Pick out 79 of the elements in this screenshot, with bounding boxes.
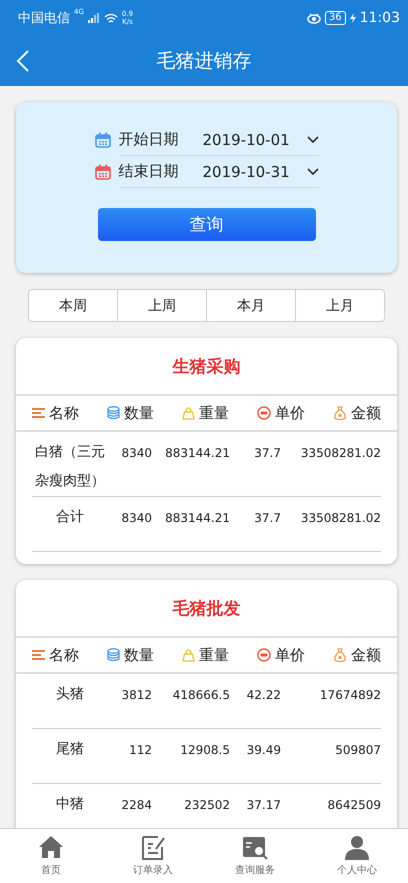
nav-label: 个人中心 [337, 864, 377, 877]
table-cell-text: 33508281.02 [300, 510, 381, 527]
coin-icon [257, 648, 271, 662]
column-header: 金额 [351, 404, 381, 422]
status-time: 11:03 [360, 10, 400, 26]
money-bag-icon [333, 406, 347, 420]
nav-tab[interactable]: 首页 [0, 829, 102, 883]
table-cell-text: 合计 [55, 508, 85, 527]
column-header: 单价 [275, 646, 305, 664]
eye-icon [306, 12, 321, 24]
date-value[interactable]: 2019-10-31 [202, 162, 306, 180]
weight-icon [182, 406, 195, 420]
table-cell-text: 尾猪 [55, 740, 85, 759]
column-header: 数量 [124, 404, 154, 422]
page-title: 毛猪进销存 [156, 49, 252, 74]
table-cell-text: 418666.5 [172, 687, 230, 704]
table-cell-text: 37.7 [253, 445, 281, 462]
table-cell-text: 中猪 [55, 795, 85, 814]
search-document-icon [242, 835, 268, 861]
carrier-name: 中国电信 [18, 10, 70, 27]
table-cell-text: 112 [128, 742, 152, 759]
table-cell-text: 232502 [183, 797, 230, 814]
nav-label: 查询服务 [235, 864, 275, 877]
document-pen-icon [140, 835, 166, 861]
chevron-down-icon [306, 168, 318, 176]
range-tab[interactable]: 上月 [295, 290, 384, 321]
column-header: 重量 [199, 404, 229, 422]
table-cell-text: 头猪 [55, 685, 85, 704]
column-header: 名称 [49, 404, 79, 422]
table-cell-text: 8340 [120, 445, 152, 462]
nav-tab[interactable]: 订单录入 [102, 829, 204, 883]
date-label: 开始日期 [118, 130, 178, 149]
date-label: 结束日期 [118, 162, 178, 181]
column-header: 重量 [199, 646, 229, 664]
database-icon [107, 648, 120, 662]
column-header: 名称 [49, 646, 79, 664]
range-tab[interactable]: 本周 [29, 290, 117, 321]
table-cell-text: 8340 [120, 510, 152, 527]
table-cell-text: 883144.21 [164, 510, 230, 527]
list-icon [32, 407, 45, 419]
wifi-icon [104, 12, 118, 24]
column-header: 金额 [351, 646, 381, 664]
table-cell-text: 509807 [334, 742, 381, 759]
chevron-down-icon [306, 136, 318, 144]
table-cell-text: 883144.21 [164, 445, 230, 462]
table-cell-text: 12908.5 [179, 742, 230, 759]
range-tab[interactable]: 上周 [117, 290, 206, 321]
date-value[interactable]: 2019-10-01 [202, 130, 306, 148]
table-cell-text: 3812 [120, 687, 152, 704]
table-cell-text: 白猪（三元杂瘦肉型） [34, 443, 106, 491]
nav-label: 订单录入 [133, 864, 173, 877]
back-icon[interactable] [16, 50, 30, 72]
column-header: 单价 [275, 404, 305, 422]
query-button[interactable]: 查询 [98, 208, 316, 241]
person-icon [344, 835, 370, 861]
table-cell-text: 42.22 [246, 687, 281, 704]
nav-tab[interactable]: 个人中心 [306, 829, 408, 883]
nav-label: 首页 [41, 864, 61, 877]
battery-level: 36 [324, 11, 346, 25]
list-icon [32, 649, 45, 661]
table-cell-text: 39.49 [246, 742, 281, 759]
column-header: 数量 [124, 646, 154, 664]
coin-icon [257, 406, 271, 420]
weight-icon [182, 648, 195, 662]
nav-tab[interactable]: 查询服务 [204, 829, 306, 883]
table-cell-text: 17674892 [318, 687, 381, 704]
money-bag-icon [333, 648, 347, 662]
table-cell-text: 8642509 [326, 797, 381, 814]
table-cell-text: 2284 [120, 797, 152, 814]
home-icon [38, 835, 64, 861]
database-icon [107, 406, 120, 420]
signal-icon [88, 13, 100, 23]
section-title: 毛猪批发 [16, 580, 397, 638]
table-cell-text: 37.7 [253, 510, 281, 527]
range-tab[interactable]: 本月 [206, 290, 295, 321]
table-cell-text: 33508281.02 [300, 445, 381, 462]
section-title: 生猪采购 [16, 338, 397, 396]
table-cell-text: 37.17 [246, 797, 281, 814]
charging-icon [350, 13, 356, 23]
